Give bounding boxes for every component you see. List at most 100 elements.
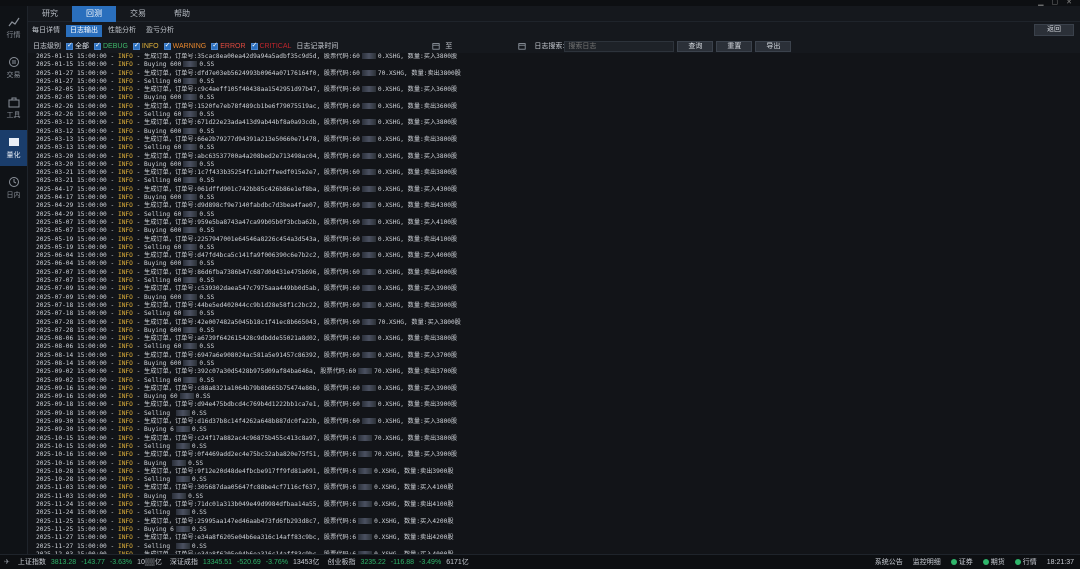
log-line: 2025-01-15 15:00:00 - INFO - Buying 600 0… bbox=[36, 61, 215, 69]
log-line: 2025-03-21 15:00:00 - INFO - Selling 60 0… bbox=[36, 177, 215, 185]
log-line: 2025-07-28 15:00:00 - INFO - Buying 600 0… bbox=[36, 326, 215, 334]
log-line: 2025-08-06 15:00:00 - INFO - 生成订单，订单号:a6… bbox=[36, 335, 458, 343]
index-quote[interactable]: 创业板指 3235.22 -116.88 -3.49% 6171亿 bbox=[327, 557, 468, 567]
level-label: 日志级别 bbox=[33, 43, 61, 50]
export-button[interactable]: 导出 bbox=[755, 40, 792, 52]
subtab-3[interactable]: 盈亏分析 bbox=[142, 25, 178, 37]
end-time-input[interactable] bbox=[456, 41, 517, 51]
tab-3[interactable]: 帮助 bbox=[160, 6, 204, 22]
sidebar-item-label: 行情 bbox=[6, 32, 21, 39]
log-line: 2025-01-27 15:00:00 - INFO - 生成订单，订单号:df… bbox=[36, 69, 461, 77]
log-line: 2025-10-16 15:00:00 - INFO - Buying 0.SS bbox=[36, 459, 204, 467]
log-line: 2025-08-14 15:00:00 - INFO - 生成订单，订单号:69… bbox=[36, 351, 458, 359]
status-link-label: 证券 bbox=[958, 559, 973, 566]
log-line: 2025-04-29 15:00:00 - INFO - 生成订单，订单号:d9… bbox=[36, 202, 458, 210]
level-critical-checkbox[interactable]: CRITICAL bbox=[250, 41, 291, 50]
log-line: 2025-07-18 15:00:00 - INFO - 生成订单，订单号:44… bbox=[36, 301, 458, 309]
status-link-label: 期货 bbox=[990, 559, 1005, 566]
sidebar-item-1[interactable]: 交易 bbox=[0, 50, 27, 86]
level-debug-checkbox[interactable]: DEBUG bbox=[94, 41, 128, 50]
index-value: 3235.22 bbox=[360, 558, 386, 566]
status-dot-icon bbox=[982, 559, 989, 566]
start-time-input[interactable] bbox=[342, 41, 431, 51]
calendar-icon[interactable] bbox=[432, 42, 441, 50]
status-link-4[interactable]: 行情 bbox=[1014, 557, 1037, 567]
sub-tabs: 每日详情 日志输出 性能分析 盈亏分析 bbox=[28, 25, 178, 37]
log-line: 2025-04-29 15:00:00 - INFO - Selling 60 0… bbox=[36, 210, 215, 218]
checkbox-icon bbox=[163, 41, 171, 50]
status-link-2[interactable]: 证券 bbox=[950, 557, 973, 567]
level-all-checkbox[interactable]: 全部 bbox=[66, 41, 89, 51]
log-line: 2025-07-09 15:00:00 - INFO - Buying 600 0… bbox=[36, 293, 215, 301]
log-line: 2025-09-16 15:00:00 - INFO - 生成订单，订单号:c8… bbox=[36, 384, 458, 392]
calendar-icon[interactable] bbox=[518, 42, 527, 50]
log-line: 2025-01-15 15:00:00 - INFO - 生成订单，订单号:35… bbox=[36, 53, 458, 60]
sidebar-item-0[interactable]: 行情 bbox=[0, 10, 27, 46]
index-pct: -3.76% bbox=[265, 558, 288, 566]
index-quote[interactable]: 深证成指 13345.51 -520.69 -3.76% 13453亿 bbox=[170, 557, 320, 567]
index-volume: 13453亿 bbox=[292, 559, 320, 566]
level-info-checkbox[interactable]: INFO bbox=[132, 41, 159, 50]
log-line: 2025-03-12 15:00:00 - INFO - 生成订单，订单号:67… bbox=[36, 119, 458, 127]
chart-icon bbox=[8, 17, 19, 27]
clock: 18:21:37 bbox=[1046, 558, 1074, 566]
log-line: 2025-09-30 15:00:00 - INFO - Buying 6 0.S… bbox=[36, 426, 207, 434]
log-line: 2025-05-19 15:00:00 - INFO - 生成订单，订单号:22… bbox=[36, 235, 458, 243]
index-name: 深证成指 bbox=[169, 559, 198, 566]
toolbox-icon bbox=[8, 97, 19, 108]
status-link-label: 系统公告 bbox=[874, 559, 903, 566]
index-volume: 10▒▒亿 bbox=[137, 559, 162, 566]
tab-2[interactable]: 交易 bbox=[116, 6, 160, 22]
log-line: 2025-06-04 15:00:00 - INFO - Buying 600 0… bbox=[36, 260, 215, 268]
index-change: -520.69 bbox=[237, 558, 261, 566]
log-line: 2025-10-15 15:00:00 - INFO - 生成订单，订单号:c2… bbox=[36, 434, 458, 442]
log-line: 2025-11-03 15:00:00 - INFO - Buying 0.SS bbox=[36, 492, 204, 500]
log-line: 2025-06-04 15:00:00 - INFO - 生成订单，订单号:d4… bbox=[36, 252, 458, 260]
sidebar-item-3[interactable]: 量化 bbox=[0, 130, 27, 166]
log-line: 2025-07-09 15:00:00 - INFO - 生成订单，订单号:c5… bbox=[36, 285, 458, 293]
checkbox-icon bbox=[211, 41, 219, 50]
log-line: 2025-04-17 15:00:00 - INFO - 生成订单，订单号:06… bbox=[36, 185, 458, 193]
sidebar-item-2[interactable]: 工具 bbox=[0, 90, 27, 126]
index-name: 上证指数 bbox=[17, 559, 46, 566]
log-line: 2025-03-20 15:00:00 - INFO - Buying 600 0… bbox=[36, 160, 215, 168]
index-name: 创业板指 bbox=[327, 559, 356, 566]
index-pct: -3.63% bbox=[109, 558, 133, 566]
log-line: 2025-09-30 15:00:00 - INFO - 生成订单，订单号:d1… bbox=[36, 418, 458, 426]
status-dot-icon bbox=[1014, 559, 1021, 566]
status-link-0[interactable]: 系统公告 bbox=[875, 557, 903, 567]
log-line: 2025-03-20 15:00:00 - INFO - 生成订单，订单号:ab… bbox=[36, 152, 458, 160]
status-link-label: 监控明细 bbox=[912, 559, 941, 566]
reset-button[interactable]: 重置 bbox=[716, 40, 753, 52]
sidebar-item-4[interactable]: 日内 bbox=[0, 170, 27, 206]
log-line: 2025-09-18 15:00:00 - INFO - 生成订单，订单号:d9… bbox=[36, 401, 458, 409]
index-change: -143.77 bbox=[81, 558, 105, 566]
index-quote[interactable]: 上证指数 3813.28 -143.77 -3.63% 10▒▒亿 bbox=[18, 557, 162, 567]
log-output[interactable]: 2025-01-15 15:00:00 - INFO - 生成订单，订单号:35… bbox=[28, 53, 1080, 554]
level-warning-checkbox[interactable]: WARNING bbox=[163, 41, 206, 50]
subtab-2[interactable]: 性能分析 bbox=[104, 25, 140, 37]
tab-0[interactable]: 研究 bbox=[28, 6, 72, 22]
log-line: 2025-08-06 15:00:00 - INFO - Selling 60 0… bbox=[36, 343, 215, 351]
status-link-1[interactable]: 监控明细 bbox=[913, 557, 941, 567]
log-line: 2025-11-24 15:00:00 - INFO - Selling 0.S… bbox=[36, 509, 207, 517]
log-line: 2025-09-02 15:00:00 - INFO - Selling 60 0… bbox=[36, 376, 215, 384]
checkbox-icon bbox=[132, 41, 140, 50]
log-line: 2025-11-27 15:00:00 - INFO - Selling 0.S… bbox=[36, 542, 207, 550]
tab-1[interactable]: 回测 bbox=[72, 6, 116, 22]
index-value: 3813.28 bbox=[50, 558, 77, 566]
level-error-checkbox[interactable]: ERROR bbox=[211, 41, 246, 50]
subtab-1[interactable]: 日志输出 bbox=[66, 25, 102, 37]
exchange-icon bbox=[8, 57, 19, 67]
subtab-0[interactable]: 每日详情 bbox=[28, 25, 64, 37]
status-link-3[interactable]: 期货 bbox=[982, 557, 1005, 567]
log-line: 2025-07-07 15:00:00 - INFO - 生成订单，订单号:86… bbox=[36, 268, 458, 276]
return-button[interactable]: 返回 bbox=[1034, 24, 1074, 36]
query-button[interactable]: 查询 bbox=[677, 40, 714, 52]
log-line: 2025-07-18 15:00:00 - INFO - Selling 60 0… bbox=[36, 310, 215, 318]
log-line: 2025-03-13 15:00:00 - INFO - 生成订单，订单号:66… bbox=[36, 135, 458, 143]
index-change: -116.88 bbox=[390, 558, 414, 566]
search-input[interactable] bbox=[564, 40, 675, 52]
index-pct: -3.49% bbox=[419, 558, 442, 566]
log-line: 2025-01-27 15:00:00 - INFO - Selling 60 0… bbox=[36, 77, 215, 85]
